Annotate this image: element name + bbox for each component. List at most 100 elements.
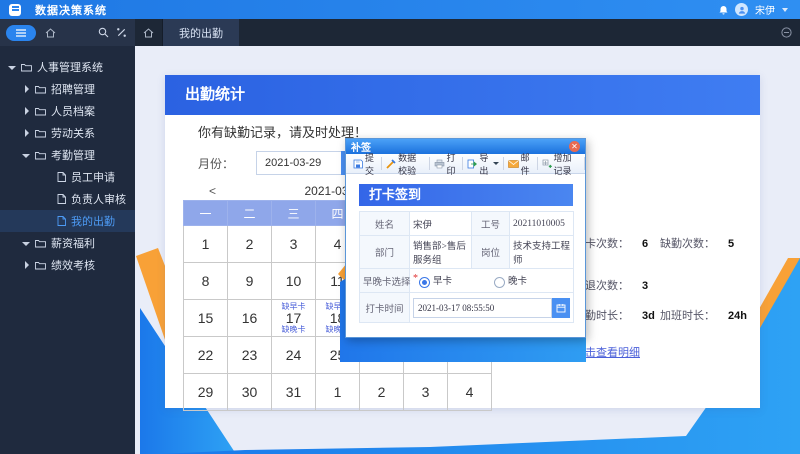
user-icon	[738, 6, 746, 14]
calendar-day-cell[interactable]: 16	[228, 300, 272, 337]
calendar-day-cell[interactable]: 27	[404, 337, 448, 374]
calendar-day-cell[interactable]: 3	[272, 226, 316, 263]
doc-icon	[57, 194, 66, 204]
sidebar-item-label: 薪资福利	[51, 235, 95, 251]
toolbar-print-button[interactable]: 打印	[430, 157, 464, 170]
sidebar-item-label: 招聘管理	[51, 81, 95, 97]
day-number: 1	[202, 236, 210, 252]
missing-evening-punch-badge[interactable]: 缺晚卡	[272, 325, 315, 334]
toolbar-add-record-button[interactable]: 增加记录	[538, 157, 585, 170]
chevron-right-icon[interactable]	[22, 85, 31, 94]
sidebar-item[interactable]: 绩效考核	[0, 254, 135, 276]
calendar-day-cell[interactable]: 9	[228, 263, 272, 300]
absence-warning-text: 你有缺勤记录，请及时处理！	[198, 122, 367, 141]
clear-filter-icon[interactable]	[116, 27, 127, 38]
sidebar-item[interactable]: 员工申请	[0, 166, 135, 188]
sidebar-tools	[0, 19, 135, 46]
calendar-day-cell[interactable]: 25	[316, 337, 360, 374]
day-number: 28	[462, 347, 478, 363]
tab-label: 我的出勤	[179, 25, 223, 41]
calendar-day-cell[interactable]: 15	[184, 300, 228, 337]
calendar-day-cell[interactable]: 30	[228, 374, 272, 411]
header-row: 我的出勤	[0, 19, 800, 46]
toolbar-button-label: 增加记录	[554, 151, 580, 177]
modal-title-bar[interactable]: 补签 ✕	[346, 139, 585, 154]
calendar-day-cell[interactable]: 29	[184, 374, 228, 411]
sidebar-item[interactable]: 负责人审核	[0, 188, 135, 210]
chevron-down-icon[interactable]	[782, 8, 788, 15]
calendar-day-cell[interactable]: 24	[272, 337, 316, 374]
tab-active[interactable]: 我的出勤	[163, 19, 239, 46]
calendar-prev-button[interactable]: <	[209, 184, 216, 198]
day-number: 2	[246, 236, 254, 252]
punch-time-input[interactable]: 2021-03-17 08:55:50	[413, 298, 552, 318]
chevron-down-icon[interactable]	[493, 162, 499, 168]
punch-time-calendar-button[interactable]	[552, 298, 570, 318]
sidebar-item[interactable]: 劳动关系	[0, 122, 135, 144]
calendar-day-cell[interactable]: 1	[316, 374, 360, 411]
home-icon[interactable]	[45, 28, 56, 38]
calendar-day-cell[interactable]: 26	[360, 337, 404, 374]
month-label: 月份：	[198, 155, 234, 172]
stat-item: 缺勤次数：5	[660, 235, 734, 251]
toolbar-save-button[interactable]: 提交	[349, 157, 382, 170]
notification-bell-icon[interactable]	[719, 5, 728, 15]
nav-tree: 人事管理系统招聘管理人员档案劳动关系考勤管理员工申请负责人审核我的出勤薪资福利绩…	[0, 46, 135, 276]
sidebar-item-label: 人员档案	[51, 103, 95, 119]
calendar-day-cell[interactable]: 28	[448, 337, 492, 374]
calendar-day-cell[interactable]: 31	[272, 374, 316, 411]
day-number: 11	[330, 273, 345, 289]
calendar-day-cell[interactable]: 8	[184, 263, 228, 300]
chevron-right-icon[interactable]	[22, 261, 31, 270]
tab-home[interactable]	[135, 19, 163, 46]
collapse-tabs-button[interactable]	[781, 19, 792, 46]
calendar-day-cell[interactable]: 2	[360, 374, 404, 411]
chevron-down-icon[interactable]	[22, 151, 31, 160]
menu-toggle-button[interactable]	[6, 25, 36, 41]
sidebar-item-label: 我的出勤	[71, 213, 115, 229]
calendar-day-cell[interactable]: 3	[404, 374, 448, 411]
shift-radio-option[interactable]: 晚卡	[494, 273, 527, 287]
add-record-icon	[542, 159, 552, 169]
view-detail-link[interactable]: 点击查看明细	[574, 344, 640, 360]
chevron-down-icon[interactable]	[22, 239, 31, 248]
chevron-down-icon[interactable]	[8, 63, 17, 72]
toolbar-validate-button[interactable]: 数据校验	[382, 157, 429, 170]
calendar-day-cell[interactable]: 2	[228, 226, 272, 263]
day-number: 1	[334, 384, 342, 400]
menu-icon	[15, 29, 27, 37]
calendar-day-cell[interactable]: 缺早卡17缺晚卡	[272, 300, 316, 337]
month-input[interactable]: 2021-03-29	[256, 151, 341, 175]
user-name[interactable]: 宋伊	[755, 2, 775, 17]
day-number: 24	[286, 347, 302, 363]
toolbar-export-button[interactable]: 导出	[463, 157, 503, 170]
radio-unchecked-icon[interactable]	[494, 277, 505, 288]
calendar-day-cell[interactable]: 23	[228, 337, 272, 374]
sidebar-item-label: 人事管理系统	[37, 59, 103, 75]
sidebar-item[interactable]: 我的出勤	[0, 210, 135, 232]
name-label: 姓名	[360, 212, 410, 236]
calendar-day-cell[interactable]: 4	[448, 374, 492, 411]
chevron-right-icon[interactable]	[22, 129, 31, 138]
calendar-month-title: 2021-03	[304, 184, 348, 198]
app-logo-icon	[9, 4, 21, 16]
radio-checked-icon[interactable]	[419, 277, 430, 288]
makeup-sign-modal: 补签 ✕ 提交数据校验打印导出邮件增加记录 打卡签到 姓名 宋伊 工号 2021…	[345, 138, 586, 338]
dept-label: 部门	[360, 236, 410, 269]
sidebar-item[interactable]: 人事管理系统	[0, 56, 135, 78]
toolbar-button-label: 打印	[447, 151, 459, 177]
calendar-day-cell[interactable]: 10	[272, 263, 316, 300]
calendar-day-cell[interactable]: 22	[184, 337, 228, 374]
shift-radio-option[interactable]: 早卡	[419, 273, 452, 287]
sidebar-item[interactable]: 考勤管理	[0, 144, 135, 166]
avatar[interactable]	[735, 3, 748, 16]
calendar-day-cell[interactable]: 1	[184, 226, 228, 263]
mail-icon	[508, 160, 519, 168]
chevron-right-icon[interactable]	[22, 107, 31, 116]
sidebar-item[interactable]: 人员档案	[0, 100, 135, 122]
toolbar-mail-button[interactable]: 邮件	[504, 157, 538, 170]
sidebar-item[interactable]: 招聘管理	[0, 78, 135, 100]
day-number: 29	[198, 384, 214, 400]
search-icon[interactable]	[98, 27, 109, 38]
sidebar-item[interactable]: 薪资福利	[0, 232, 135, 254]
